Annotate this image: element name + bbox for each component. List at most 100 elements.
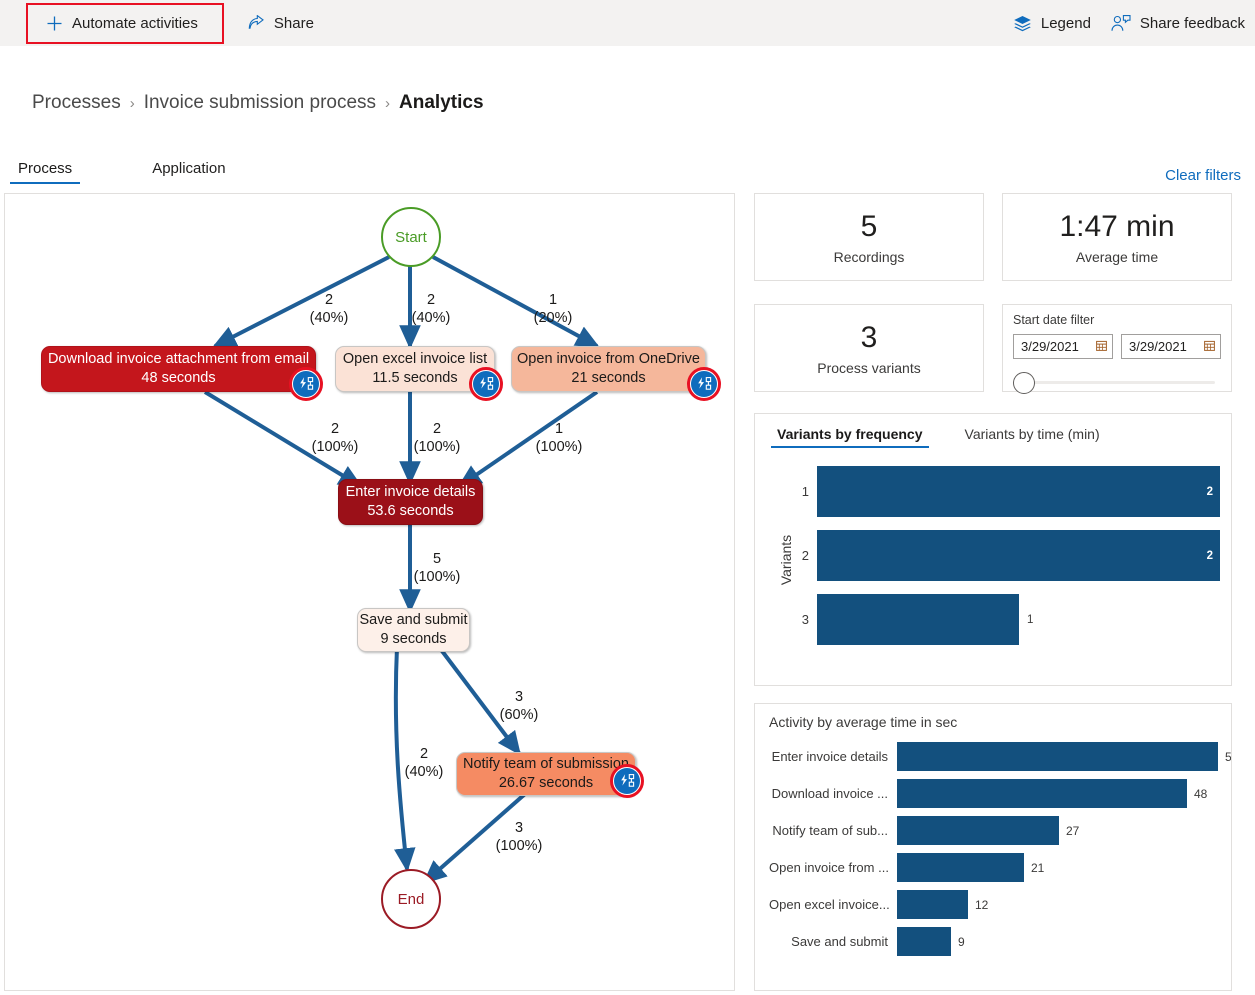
activity-bar[interactable]: 21 [897, 853, 1024, 882]
kpi-card-average-time: 1:47 min Average time [1002, 193, 1232, 281]
node-notify-team-of-submission[interactable]: Notify team of submission 26.67 seconds [456, 752, 636, 796]
activity-bar-value: 27 [1066, 824, 1079, 838]
start-date-filter-title: Start date filter [1013, 313, 1221, 327]
share-feedback-label: Share feedback [1140, 15, 1245, 32]
process-map-edges [5, 194, 734, 990]
automate-badge-open-excel-invoice-list[interactable] [469, 367, 503, 401]
node-time: 11.5 seconds [372, 369, 457, 388]
kpi-card-recordings: 5 Recordings [754, 193, 984, 281]
breadcrumb-item-invoice-submission-process[interactable]: Invoice submission process [144, 92, 376, 114]
variants-bar-chart: Variants 1 2 2 2 3 1 [755, 448, 1231, 672]
node-open-invoice-from-onedrive[interactable]: Open invoice from OneDrive 21 seconds [511, 346, 706, 392]
node-save-and-submit[interactable]: Save and submit 9 seconds [357, 608, 470, 652]
date-range-slider[interactable] [1013, 369, 1221, 395]
variants-bar-row[interactable]: 1 2 [789, 466, 1221, 517]
activity-bar[interactable]: 5 [897, 742, 1218, 771]
kpi-label-recordings: Recordings [834, 249, 905, 265]
end-date-value: 3/29/2021 [1129, 339, 1187, 354]
start-date-input[interactable]: 3/29/2021 [1013, 334, 1113, 359]
automate-flow-icon [293, 371, 319, 397]
activity-category-label: Enter invoice details [769, 749, 897, 764]
process-map-panel: Start 2(40%) 2(40%) 1(20%) Download invo… [4, 193, 735, 991]
automate-activities-label: Automate activities [72, 15, 198, 32]
plus-icon [46, 15, 63, 32]
node-start[interactable]: Start [381, 207, 441, 267]
variants-chart-card: Variants by frequency Variants by time (… [754, 413, 1232, 686]
share-label: Share [274, 15, 314, 32]
calendar-icon[interactable] [1204, 340, 1215, 354]
command-bar-right: Legend Share feedback [1003, 9, 1255, 38]
node-time: 21 seconds [571, 369, 645, 388]
activity-category-label: Notify team of sub... [769, 823, 897, 838]
node-enter-invoice-details[interactable]: Enter invoice details 53.6 seconds [338, 479, 483, 525]
activity-bar-value: 12 [975, 898, 988, 912]
variants-bar-row[interactable]: 3 1 [789, 594, 1221, 645]
activity-bar-row[interactable]: Save and submit 9 [769, 927, 1231, 956]
node-start-label: Start [395, 229, 427, 246]
clear-filters-link[interactable]: Clear filters [1165, 167, 1241, 184]
activity-bar-value: 5 [1225, 750, 1232, 764]
kpi-card-process-variants: 3 Process variants [754, 304, 984, 392]
node-download-invoice-attachment-from-email[interactable]: Download invoice attachment from email 4… [41, 346, 316, 392]
activity-chart-title: Activity by average time in sec [755, 704, 1231, 730]
automate-flow-icon [473, 371, 499, 397]
automate-flow-icon [614, 768, 640, 794]
end-date-input[interactable]: 3/29/2021 [1121, 334, 1221, 359]
kpi-label-average-time: Average time [1076, 249, 1158, 265]
variants-bar[interactable]: 2 [817, 466, 1220, 517]
activity-bar-value: 9 [958, 935, 965, 949]
share-feedback-button[interactable]: Share feedback [1101, 9, 1255, 38]
activity-bar[interactable]: 48 [897, 779, 1187, 808]
kpi-value-average-time: 1:47 min [1059, 210, 1174, 243]
node-time: 26.67 seconds [499, 774, 593, 793]
activity-category-label: Open invoice from ... [769, 860, 897, 875]
command-bar: Automate activities Share Legend [0, 0, 1255, 46]
activity-bar[interactable]: 12 [897, 890, 968, 919]
node-end-label: End [398, 891, 425, 908]
activity-bar[interactable]: 9 [897, 927, 951, 956]
node-name: Download invoice attachment from email [48, 350, 309, 369]
tab-application[interactable]: Application [144, 158, 233, 184]
activity-bar-row[interactable]: Download invoice ... 48 [769, 779, 1231, 808]
automate-badge-open-invoice-from-onedrive[interactable] [687, 367, 721, 401]
variants-bar[interactable]: 2 [817, 530, 1220, 581]
node-name: Save and submit [359, 611, 467, 630]
activity-bar-row[interactable]: Notify team of sub... 27 [769, 816, 1231, 845]
activity-category-label: Save and submit [769, 934, 897, 949]
activity-bar-row[interactable]: Open excel invoice... 12 [769, 890, 1231, 919]
feedback-person-icon [1111, 15, 1131, 32]
legend-button[interactable]: Legend [1003, 9, 1101, 38]
share-button[interactable]: Share [238, 9, 324, 38]
slider-track [1017, 381, 1215, 384]
automate-badge-notify-team[interactable] [610, 764, 644, 798]
breadcrumb-item-processes[interactable]: Processes [32, 92, 121, 114]
automate-activities-highlight: Automate activities [26, 3, 224, 44]
variants-category-label: 3 [789, 612, 809, 627]
variants-tablist: Variants by frequency Variants by time (… [755, 414, 1231, 448]
node-name: Open invoice from OneDrive [517, 350, 700, 369]
automate-badge-download-invoice[interactable] [289, 367, 323, 401]
node-name: Enter invoice details [346, 483, 476, 502]
tab-process[interactable]: Process [10, 158, 80, 184]
activity-bar[interactable]: 27 [897, 816, 1059, 845]
node-time: 53.6 seconds [367, 502, 453, 521]
activity-category-label: Open excel invoice... [769, 897, 897, 912]
activity-bar-row[interactable]: Enter invoice details 5 [769, 742, 1231, 771]
tab-variants-by-frequency[interactable]: Variants by frequency [771, 424, 929, 448]
activity-category-label: Download invoice ... [769, 786, 897, 801]
node-end[interactable]: End [381, 869, 441, 929]
command-bar-left: Automate activities Share [0, 3, 324, 44]
variants-category-label: 2 [789, 548, 809, 563]
kpi-value-recordings: 5 [861, 210, 878, 243]
slider-thumb[interactable] [1013, 372, 1035, 394]
date-range-row: 3/29/2021 3/29/2021 [1013, 334, 1221, 359]
node-name: Notify team of submission [463, 755, 629, 774]
variants-bar[interactable]: 1 [817, 594, 1019, 645]
breadcrumb: Processes › Invoice submission process ›… [32, 92, 484, 114]
activity-bar-row[interactable]: Open invoice from ... 21 [769, 853, 1231, 882]
tab-variants-by-time[interactable]: Variants by time (min) [959, 424, 1106, 448]
automate-activities-button[interactable]: Automate activities [36, 9, 208, 38]
kpi-label-process-variants: Process variants [817, 360, 920, 376]
variants-bar-row[interactable]: 2 2 [789, 530, 1221, 581]
calendar-icon[interactable] [1096, 340, 1107, 354]
